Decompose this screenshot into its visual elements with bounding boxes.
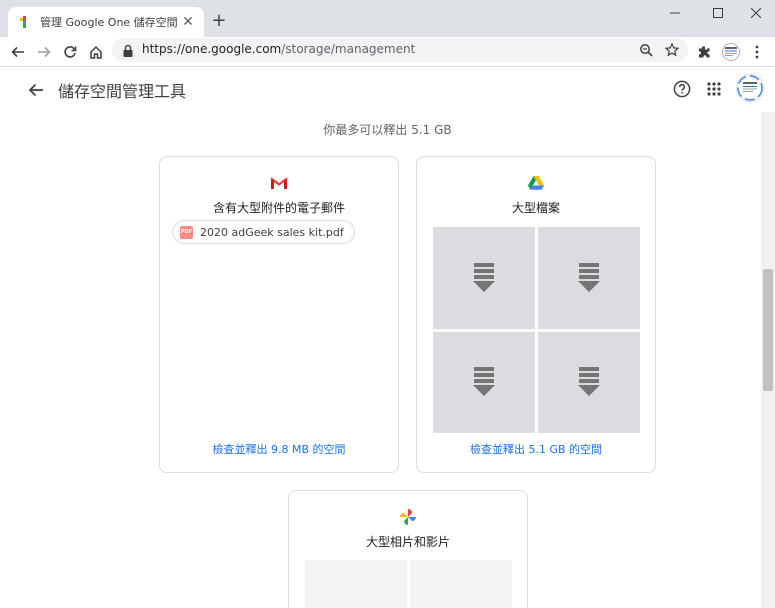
photos-card[interactable]: 大型相片和影片 — [288, 490, 528, 608]
maximize-icon[interactable] — [698, 2, 738, 24]
file-thumbnail[interactable] — [538, 227, 640, 329]
zoom-icon[interactable] — [637, 41, 655, 59]
url-host: https://one.google.com — [142, 42, 282, 56]
account-avatar[interactable] — [736, 74, 764, 102]
google-drive-icon — [417, 173, 655, 193]
attachment-name: 2020 adGeek sales kit.pdf — [200, 225, 344, 239]
drive-card-title: 大型檔案 — [511, 201, 560, 215]
large-files-grid — [433, 227, 640, 433]
photo-thumbnail[interactable] — [305, 560, 407, 608]
file-placeholder-icon — [473, 262, 495, 292]
google-photos-icon — [289, 507, 527, 527]
extensions-icon[interactable] — [692, 40, 716, 64]
profile-icon[interactable] — [719, 40, 743, 64]
home-icon[interactable] — [84, 40, 108, 64]
file-placeholder-icon — [473, 367, 495, 397]
file-thumbnail[interactable] — [433, 331, 535, 433]
back-icon[interactable] — [6, 40, 30, 64]
attachment-chip[interactable]: PDF 2020 adGeek sales kit.pdf — [172, 220, 355, 244]
browser-tab[interactable]: 管理 Google One 儲存空間 ✕ — [8, 7, 204, 37]
apps-grid-icon[interactable] — [702, 77, 726, 101]
pdf-file-icon: PDF — [180, 225, 193, 239]
back-arrow-icon[interactable] — [24, 78, 48, 102]
gmail-review-link[interactable]: 檢查並釋出 9.8 MB 的空間 — [160, 441, 398, 457]
file-thumbnail[interactable] — [433, 227, 535, 329]
address-bar[interactable]: https://one.google.com/storage/managemen… — [112, 38, 688, 62]
url-text: https://one.google.com/storage/managemen… — [142, 42, 415, 56]
close-icon[interactable] — [736, 2, 775, 24]
file-placeholder-icon — [578, 367, 600, 397]
browser-toolbar: https://one.google.com/storage/managemen… — [0, 37, 775, 67]
tab-close-icon[interactable]: ✕ — [180, 14, 196, 30]
url-path: /storage/management — [281, 42, 416, 56]
reclaimable-summary: 你最多可以釋出 5.1 GB — [323, 123, 452, 137]
gmail-card-title: 含有大型附件的電子郵件 — [212, 201, 345, 215]
large-photos-grid — [305, 560, 512, 608]
help-icon[interactable] — [670, 77, 694, 101]
page-scrollbar[interactable] — [761, 112, 775, 608]
drive-review-link[interactable]: 檢查並釋出 5.1 GB 的空間 — [417, 441, 655, 457]
forward-icon[interactable] — [32, 40, 56, 64]
google-one-favicon — [16, 14, 32, 30]
new-tab-button[interactable]: + — [208, 10, 230, 32]
gmail-icon — [160, 173, 398, 193]
scrollbar-thumb[interactable] — [763, 269, 773, 391]
gmail-card[interactable]: 含有大型附件的電子郵件 PDF 2020 adGeek sales kit.pd… — [159, 156, 399, 473]
star-icon[interactable] — [663, 41, 681, 59]
minimize-icon[interactable] — [655, 2, 695, 24]
file-placeholder-icon — [578, 262, 600, 292]
page-header: 儲存空間管理工具 — [0, 68, 775, 112]
lock-icon[interactable] — [122, 43, 136, 57]
photo-thumbnail[interactable] — [410, 560, 512, 608]
file-thumbnail[interactable] — [538, 331, 640, 433]
reload-icon[interactable] — [58, 40, 82, 64]
photos-card-title: 大型相片和影片 — [365, 535, 450, 549]
page-title: 儲存空間管理工具 — [58, 82, 187, 101]
tab-title: 管理 Google One 儲存空間 — [40, 16, 178, 29]
drive-card[interactable]: 大型檔案 檢查並釋出 5.1 GB 的空間 — [416, 156, 656, 473]
tab-strip: 管理 Google One 儲存空間 ✕ + — [0, 0, 775, 37]
browser-menu-icon[interactable] — [745, 40, 769, 64]
